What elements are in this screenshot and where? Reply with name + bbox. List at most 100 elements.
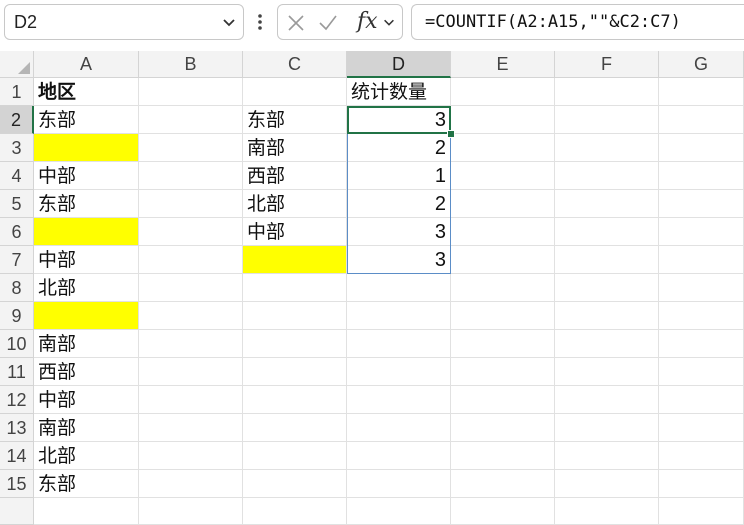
cell-d16[interactable] — [347, 498, 451, 525]
cell-a12[interactable]: 中部 — [34, 386, 139, 414]
cell-d2[interactable]: 3 — [347, 106, 451, 134]
column-header-a[interactable]: A — [34, 51, 139, 78]
cell-b12[interactable] — [139, 386, 243, 414]
cell-f13[interactable] — [555, 414, 659, 442]
row-header-14[interactable]: 14 — [0, 442, 34, 470]
confirm-check-icon[interactable] — [318, 13, 338, 33]
cell-c11[interactable] — [243, 358, 347, 386]
cell-b7[interactable] — [139, 246, 243, 274]
column-header-d[interactable]: D — [347, 51, 451, 78]
cell-f10[interactable] — [555, 330, 659, 358]
cell-e7[interactable] — [451, 246, 555, 274]
cell-c13[interactable] — [243, 414, 347, 442]
cancel-icon[interactable] — [286, 13, 306, 33]
cell-a8[interactable]: 北部 — [34, 274, 139, 302]
name-box[interactable]: D2 — [4, 4, 244, 40]
cell-f4[interactable] — [555, 162, 659, 190]
cell-d15[interactable] — [347, 470, 451, 498]
cell-c3[interactable]: 南部 — [243, 134, 347, 162]
cell-f5[interactable] — [555, 190, 659, 218]
row-header-10[interactable]: 10 — [0, 330, 34, 358]
cell-f1[interactable] — [555, 78, 659, 106]
insert-function-icon[interactable]: fx — [357, 9, 378, 34]
cell-g4[interactable] — [659, 162, 744, 190]
cell-b13[interactable] — [139, 414, 243, 442]
cell-f8[interactable] — [555, 274, 659, 302]
cell-a9[interactable] — [34, 302, 139, 330]
cell-e6[interactable] — [451, 218, 555, 246]
cell-e13[interactable] — [451, 414, 555, 442]
cell-c8[interactable] — [243, 274, 347, 302]
column-header-g[interactable]: G — [659, 51, 744, 78]
cell-a6[interactable] — [34, 218, 139, 246]
row-header-4[interactable]: 4 — [0, 162, 34, 190]
cell-d13[interactable] — [347, 414, 451, 442]
cell-g3[interactable] — [659, 134, 744, 162]
row-header-9[interactable]: 9 — [0, 302, 34, 330]
cell-g14[interactable] — [659, 442, 744, 470]
row-header-7[interactable]: 7 — [0, 246, 34, 274]
cell-c10[interactable] — [243, 330, 347, 358]
cell-a16[interactable] — [34, 498, 139, 525]
cell-c1[interactable] — [243, 78, 347, 106]
cell-g6[interactable] — [659, 218, 744, 246]
cell-a13[interactable]: 南部 — [34, 414, 139, 442]
cell-b1[interactable] — [139, 78, 243, 106]
cell-g2[interactable] — [659, 106, 744, 134]
cell-b15[interactable] — [139, 470, 243, 498]
cell-e9[interactable] — [451, 302, 555, 330]
cell-e11[interactable] — [451, 358, 555, 386]
cell-b5[interactable] — [139, 190, 243, 218]
cell-g16[interactable] — [659, 498, 744, 525]
cell-e4[interactable] — [451, 162, 555, 190]
cell-g15[interactable] — [659, 470, 744, 498]
cell-g10[interactable] — [659, 330, 744, 358]
row-header-16[interactable] — [0, 498, 34, 525]
cell-c9[interactable] — [243, 302, 347, 330]
cell-b8[interactable] — [139, 274, 243, 302]
more-vertical-icon[interactable] — [257, 13, 263, 31]
cell-a4[interactable]: 中部 — [34, 162, 139, 190]
cell-c6[interactable]: 中部 — [243, 218, 347, 246]
formula-input[interactable]: =COUNTIF(A2:A15,""&C2:C7) — [411, 4, 744, 40]
cell-g1[interactable] — [659, 78, 744, 106]
cell-e1[interactable] — [451, 78, 555, 106]
chevron-down-icon[interactable] — [382, 15, 396, 29]
cell-f2[interactable] — [555, 106, 659, 134]
cell-a14[interactable]: 北部 — [34, 442, 139, 470]
cell-a7[interactable]: 中部 — [34, 246, 139, 274]
cell-b9[interactable] — [139, 302, 243, 330]
cell-a2[interactable]: 东部 — [34, 106, 139, 134]
cell-g5[interactable] — [659, 190, 744, 218]
cell-g9[interactable] — [659, 302, 744, 330]
cell-e14[interactable] — [451, 442, 555, 470]
cell-f3[interactable] — [555, 134, 659, 162]
cell-b3[interactable] — [139, 134, 243, 162]
cell-a11[interactable]: 西部 — [34, 358, 139, 386]
cell-c16[interactable] — [243, 498, 347, 525]
cell-f12[interactable] — [555, 386, 659, 414]
cell-f7[interactable] — [555, 246, 659, 274]
cell-a5[interactable]: 东部 — [34, 190, 139, 218]
cell-f16[interactable] — [555, 498, 659, 525]
row-header-2[interactable]: 2 — [0, 106, 34, 134]
row-header-8[interactable]: 8 — [0, 274, 34, 302]
cell-c12[interactable] — [243, 386, 347, 414]
row-header-6[interactable]: 6 — [0, 218, 34, 246]
cell-e16[interactable] — [451, 498, 555, 525]
cell-a1[interactable]: 地区 — [34, 78, 139, 106]
cell-e5[interactable] — [451, 190, 555, 218]
row-header-5[interactable]: 5 — [0, 190, 34, 218]
cell-d1[interactable]: 统计数量 — [347, 78, 451, 106]
cell-c7[interactable] — [243, 246, 347, 274]
cell-d11[interactable] — [347, 358, 451, 386]
cell-d14[interactable] — [347, 442, 451, 470]
cell-b14[interactable] — [139, 442, 243, 470]
row-header-15[interactable]: 15 — [0, 470, 34, 498]
fill-handle[interactable] — [447, 130, 455, 138]
cell-b10[interactable] — [139, 330, 243, 358]
cell-f11[interactable] — [555, 358, 659, 386]
row-header-1[interactable]: 1 — [0, 78, 34, 106]
cell-e12[interactable] — [451, 386, 555, 414]
cell-f9[interactable] — [555, 302, 659, 330]
